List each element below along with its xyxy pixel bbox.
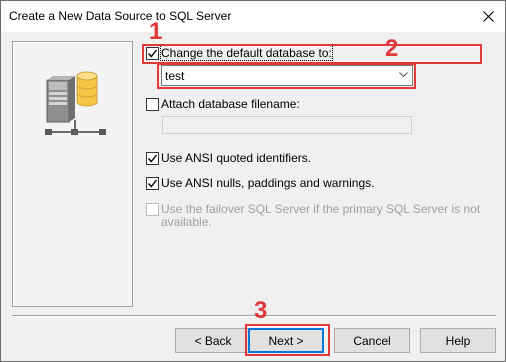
- annotation-number-2: 2: [385, 35, 399, 62]
- ansi-quoted-checkbox[interactable]: [146, 152, 159, 165]
- database-select-value: test: [165, 69, 185, 83]
- checkmark-icon: [147, 49, 158, 58]
- title-bar: Create a New Data Source to SQL Server: [1, 1, 505, 32]
- close-icon: [482, 11, 494, 22]
- change-default-db-checkbox[interactable]: [146, 47, 159, 60]
- checkmark-icon: [147, 154, 158, 163]
- close-button[interactable]: [471, 1, 505, 32]
- back-button[interactable]: < Back: [175, 328, 251, 353]
- change-default-db-label[interactable]: Change the default database to:: [160, 45, 333, 61]
- failover-label-line1: Use the failover SQL Server if the prima…: [161, 202, 481, 216]
- ansi-quoted-label[interactable]: Use ANSI quoted identifiers.: [161, 151, 311, 165]
- failover-checkbox: [146, 203, 159, 216]
- annotation-number-3: 3: [254, 297, 268, 324]
- ansi-nulls-checkbox[interactable]: [146, 177, 159, 190]
- annotation-number-1: 1: [149, 18, 163, 45]
- dialog-window: Create a New Data Source to SQL Server C…: [0, 0, 506, 362]
- window-title: Create a New Data Source to SQL Server: [9, 9, 232, 23]
- help-button[interactable]: Help: [420, 328, 496, 353]
- dropdown-arrow-icon: [399, 72, 408, 78]
- checkmark-icon: [147, 179, 158, 188]
- attach-db-filename-input: [162, 116, 412, 134]
- next-button[interactable]: Next >: [248, 328, 324, 353]
- attach-db-label[interactable]: Attach database filename:: [161, 97, 300, 111]
- left-image-panel: [12, 41, 133, 307]
- database-server-icon: [45, 71, 106, 135]
- attach-db-checkbox[interactable]: [146, 98, 159, 111]
- cancel-button[interactable]: Cancel: [334, 328, 410, 353]
- ansi-nulls-label[interactable]: Use ANSI nulls, paddings and warnings.: [161, 176, 374, 190]
- database-select[interactable]: test: [161, 65, 413, 86]
- failover-label-line2: available.: [161, 215, 212, 229]
